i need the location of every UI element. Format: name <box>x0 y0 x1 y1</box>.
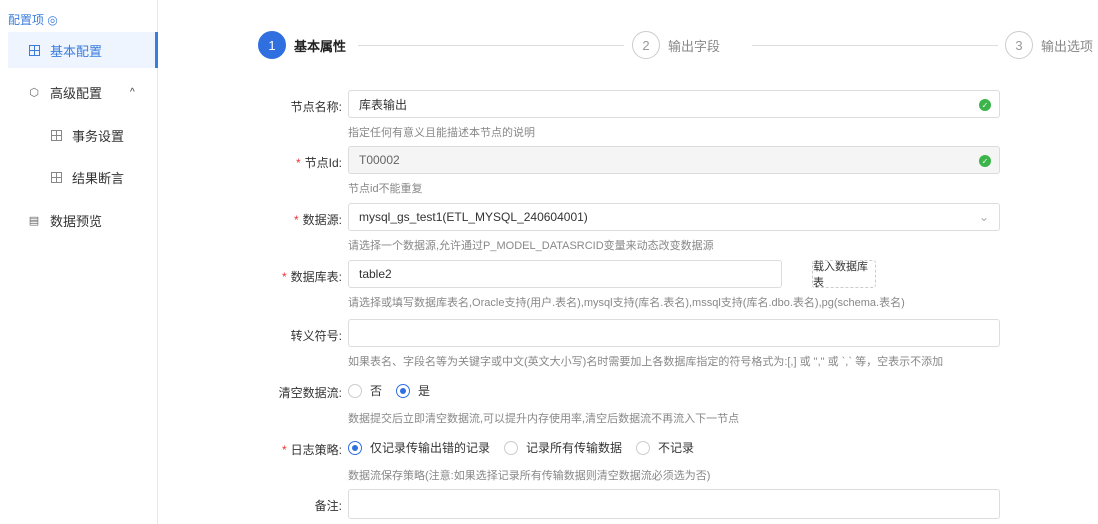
clear-stream-label: 清空数据流: <box>222 384 342 401</box>
escape-label: 转义符号: <box>222 327 342 344</box>
cube-icon: ⬡ <box>28 86 40 98</box>
node-id-input[interactable]: T00002✓ <box>348 146 1000 174</box>
radio-no[interactable]: 否 <box>348 382 382 399</box>
node-id-hint: 节点id不能重复 <box>348 180 423 196</box>
escape-hint: 如果表名、字段名等为关键字或中文(英文大小写)名时需要加上各数据库指定的符号格式… <box>348 353 943 369</box>
target-icon: ◎ <box>47 13 57 27</box>
sidebar-item-advanced[interactable]: ⬡高级配置^ <box>8 74 158 110</box>
log-policy-hint: 数据流保存策略(注意:如果选择记录所有传输数据则清空数据流必须选为否) <box>348 467 710 483</box>
datasource-hint: 请选择一个数据源,允许通过P_MODEL_DATASRCID变量来动态改变数据源 <box>348 237 714 253</box>
remark-textarea[interactable] <box>348 489 1000 519</box>
node-name-hint: 指定任何有意义且能描述本节点的说明 <box>348 124 535 140</box>
clear-stream-hint: 数据提交后立即清空数据流,可以提升内存使用率,清空后数据流不再流入下一节点 <box>348 410 739 426</box>
step-3[interactable]: 3输出选项 <box>1005 31 1093 59</box>
radio-log-all[interactable]: 记录所有传输数据 <box>504 439 622 456</box>
grid-icon <box>50 171 62 183</box>
sidebar-item-transaction[interactable]: 事务设置 <box>8 117 158 153</box>
node-name-input[interactable]: 库表输出✓ <box>348 90 1000 118</box>
check-circle-icon: ✓ <box>979 99 991 111</box>
remark-label: 备注: <box>222 497 342 514</box>
check-circle-icon: ✓ <box>979 155 991 167</box>
radio-log-errors[interactable]: 仅记录传输出错的记录 <box>348 439 490 456</box>
escape-input[interactable] <box>348 319 1000 347</box>
node-id-label: *节点Id: <box>222 154 342 171</box>
step-1[interactable]: 1基本属性 <box>258 31 346 59</box>
datasource-label: *数据源: <box>222 211 342 228</box>
node-name-label: 节点名称: <box>222 98 342 115</box>
sidebar-item-basic[interactable]: 基本配置 <box>8 32 158 68</box>
sidebar: 配置项 ◎ 基本配置 ⬡高级配置^ 事务设置 结果断言 ▤数据预览 <box>0 0 158 524</box>
sidebar-item-preview[interactable]: ▤数据预览 <box>8 202 158 238</box>
table-input[interactable]: table2 <box>348 260 782 288</box>
sidebar-title: 配置项 ◎ <box>8 11 58 28</box>
step-divider <box>752 45 998 46</box>
grid-icon <box>50 129 62 141</box>
sidebar-item-assertion[interactable]: 结果断言 <box>8 159 158 195</box>
load-tables-button[interactable]: 载入数据库表 <box>812 260 876 288</box>
chevron-down-icon: ⌄ <box>979 210 989 224</box>
chevron-up-icon: ^ <box>130 87 135 98</box>
table-label: *数据库表: <box>222 268 342 285</box>
radio-yes[interactable]: 是 <box>396 382 430 399</box>
log-policy-label: *日志策略: <box>222 441 342 458</box>
step-divider <box>358 45 624 46</box>
preview-icon: ▤ <box>28 214 40 226</box>
step-2[interactable]: 2输出字段 <box>632 31 720 59</box>
grid-icon <box>28 44 40 56</box>
table-hint: 请选择或填写数据库表名,Oracle支持(用户.表名),mysql支持(库名.表… <box>348 294 905 310</box>
radio-log-none[interactable]: 不记录 <box>636 439 694 456</box>
datasource-select[interactable]: mysql_gs_test1(ETL_MYSQL_240604001)⌄ <box>348 203 1000 231</box>
